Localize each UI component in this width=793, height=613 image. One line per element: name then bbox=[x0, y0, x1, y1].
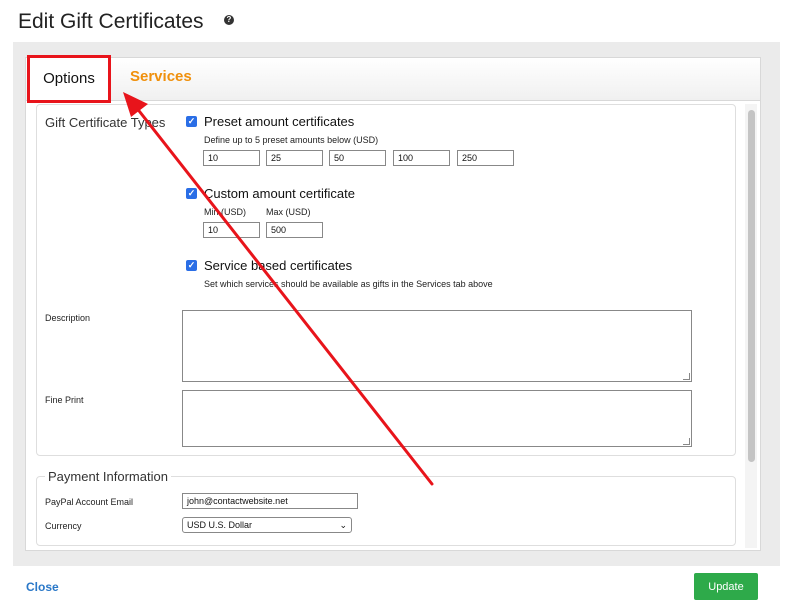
annotation-arrow-icon bbox=[123, 92, 434, 486]
